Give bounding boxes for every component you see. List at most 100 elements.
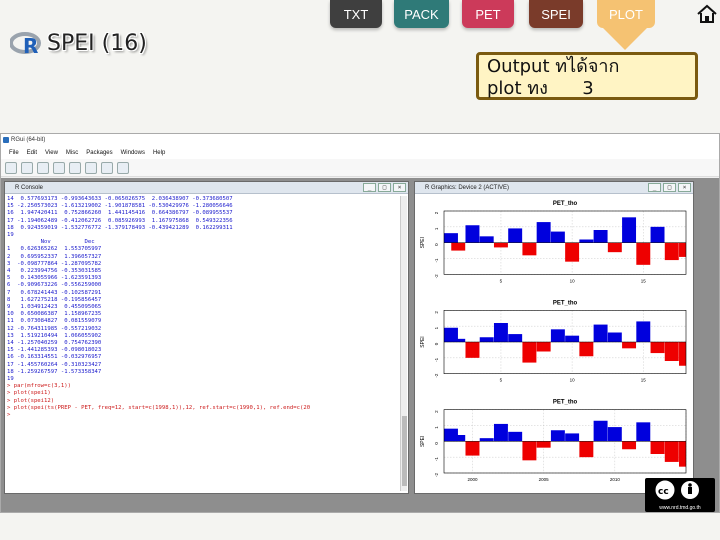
console-command: > plot(spei12) <box>7 397 55 404</box>
y-tick-label: 0 <box>434 442 439 445</box>
negative-bar <box>650 342 665 354</box>
menu-file[interactable]: File <box>9 147 19 159</box>
negative-bar <box>636 242 651 265</box>
negative-bar <box>522 342 537 363</box>
console-titlebar: R Console _ □ × <box>5 182 408 194</box>
home-icon[interactable] <box>696 4 718 24</box>
console-line: 10 0.650086387 1.158967235 <box>7 311 102 318</box>
maximize-icon[interactable]: □ <box>663 183 676 192</box>
menu-packages[interactable]: Packages <box>86 147 112 159</box>
r-logo-icon: R <box>10 32 41 56</box>
close-icon[interactable]: × <box>678 183 691 192</box>
svg-text:R: R <box>23 34 38 56</box>
console-line: 16 -0.163314551 -0.032976957 <box>7 354 102 361</box>
x-tick-label: 5 <box>500 378 503 383</box>
tab-plot[interactable]: PLOT <box>597 0 655 28</box>
graphics-window[interactable]: R Graphics: Device 2 (ACTIVE) _ □ × PET_… <box>414 181 694 494</box>
negative-bar <box>679 441 686 467</box>
rgui-menubar: File Edit View Misc Packages Windows Hel… <box>1 147 719 159</box>
close-icon[interactable]: × <box>393 183 406 192</box>
r-app-icon <box>3 137 9 143</box>
positive-bar <box>650 226 665 243</box>
console-command: > <box>7 412 14 419</box>
paste-icon[interactable] <box>69 162 81 174</box>
positive-bar <box>565 335 580 342</box>
positive-bar <box>444 233 458 243</box>
positive-bar <box>508 228 523 243</box>
y-tick-label: -1 <box>434 258 439 262</box>
negative-bar <box>565 242 580 262</box>
open-script-icon[interactable] <box>5 162 17 174</box>
console-line: 16 1.947420411 0.752866260 1.441145416 0… <box>7 210 233 217</box>
tab-pet[interactable]: PET <box>462 0 514 28</box>
menu-view[interactable]: View <box>45 147 58 159</box>
scrollbar-thumb[interactable] <box>402 416 407 486</box>
x-tick-label: 15 <box>641 378 647 383</box>
positive-bar <box>451 435 466 442</box>
negative-bar <box>536 342 551 352</box>
maximize-icon[interactable]: □ <box>378 183 391 192</box>
negative-bar <box>536 441 551 448</box>
console-line: 3 -0.098777864 -1.287095782 <box>7 260 102 267</box>
positive-bar <box>479 236 494 243</box>
positive-bar <box>465 225 480 243</box>
positive-bar <box>607 427 622 442</box>
tab-pack[interactable]: PACK <box>394 0 449 28</box>
x-tick-label: 10 <box>570 378 576 383</box>
tab-spei[interactable]: SPEI <box>529 0 583 28</box>
positive-bar <box>593 420 608 442</box>
load-workspace-icon[interactable] <box>21 162 33 174</box>
cc-icon: cc <box>655 480 699 500</box>
console-line: 1 0.626365262 1.553705997 <box>7 246 102 253</box>
console-line: 12 -0.764311985 -0.557219032 <box>7 325 102 332</box>
negative-bar <box>522 242 537 256</box>
minimize-icon[interactable]: _ <box>363 183 376 192</box>
y-tick-label: 2 <box>434 410 439 413</box>
console-line: 11 0.073084827 0.081559079 <box>7 318 102 325</box>
negative-bar <box>465 342 480 358</box>
y-tick-label: 1 <box>434 326 439 329</box>
y-tick-label: -2 <box>434 274 439 278</box>
tab-txt[interactable]: TXT <box>330 0 382 28</box>
console-command: > plot(spei1) <box>7 390 51 397</box>
negative-bar <box>622 441 637 450</box>
active-tab-pointer <box>603 28 647 50</box>
menu-windows[interactable]: Windows <box>121 147 145 159</box>
positive-bar <box>550 430 565 442</box>
negative-bar <box>679 342 686 366</box>
menu-help[interactable]: Help <box>153 147 165 159</box>
graphics-titlebar: R Graphics: Device 2 (ACTIVE) _ □ × <box>415 182 693 194</box>
y-axis-label: SPEI <box>420 237 426 248</box>
console-line: 5 0.143055966 -1.623591393 <box>7 275 102 282</box>
positive-bar <box>636 321 651 342</box>
positive-bar <box>550 231 565 243</box>
chart-title: PET_tho <box>553 201 578 207</box>
positive-bar <box>565 433 580 442</box>
negative-bar <box>679 242 686 257</box>
console-line: 6 -0.909673226 -0.556259000 <box>7 282 102 289</box>
minimize-icon[interactable]: _ <box>648 183 661 192</box>
print-icon[interactable] <box>117 162 129 174</box>
console-line: 19 <box>7 376 14 383</box>
y-tick-label: -1 <box>434 457 439 461</box>
rgui-title: RGui (64-bit) <box>11 137 46 143</box>
positive-bar <box>593 230 608 243</box>
menu-edit[interactable]: Edit <box>27 147 37 159</box>
menu-misc[interactable]: Misc <box>66 147 78 159</box>
stop-icon[interactable] <box>101 162 113 174</box>
console-title: R Console <box>15 185 44 191</box>
console-window[interactable]: R Console _ □ × 14 0.577693173 -0.993643… <box>4 181 409 494</box>
callout-line-1: Output ทได้จาก <box>487 56 620 77</box>
console-output[interactable]: 14 0.577693173 -0.993643633 -0.065026575… <box>7 196 398 491</box>
save-workspace-icon[interactable] <box>37 162 49 174</box>
y-tick-label: 2 <box>434 311 439 314</box>
positive-bar <box>607 332 622 342</box>
positive-bar <box>593 324 608 342</box>
copy-paste-icon[interactable] <box>85 162 97 174</box>
console-scrollbar[interactable] <box>400 196 407 491</box>
cc-license-badge: cc www.nrd.tmd.go.th <box>645 478 715 512</box>
positive-bar <box>622 217 637 243</box>
copy-icon[interactable] <box>53 162 65 174</box>
y-tick-label: 0 <box>434 342 439 345</box>
console-line: 17 -1.194062489 -0.412062726 0.085926993… <box>7 217 233 224</box>
